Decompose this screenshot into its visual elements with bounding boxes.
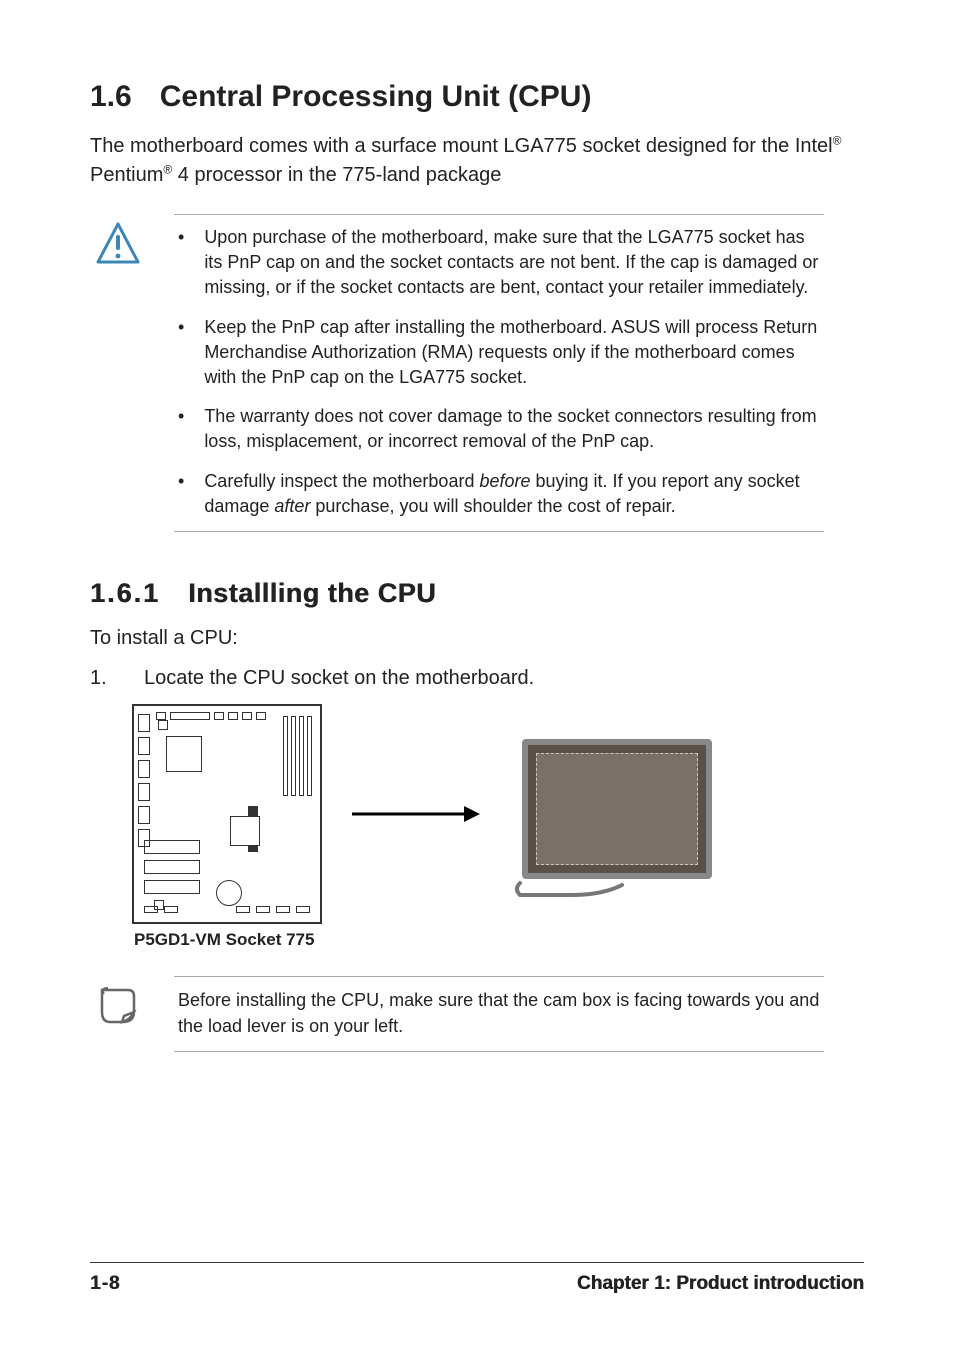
cpu-socket-closeup: [512, 729, 722, 899]
note-text: Before installing the CPU, make sure tha…: [178, 987, 820, 1039]
motherboard-diagram: [132, 704, 322, 924]
list-item: • Keep the PnP cap after installing the m…: [178, 315, 820, 391]
note-icon: [94, 982, 142, 1052]
page-number: 1-8: [90, 1273, 120, 1295]
intro-pre: The motherboard comes with a surface mou…: [90, 135, 833, 157]
step-text: Locate the CPU socket on the motherboard…: [144, 667, 534, 690]
warning-text: Carefully inspect the motherboard before…: [204, 469, 820, 519]
bullet-icon: •: [178, 315, 184, 391]
warning-list: • Upon purchase of the motherboard, make …: [178, 225, 820, 519]
bullet-icon: •: [178, 225, 184, 301]
bullet-icon: •: [178, 469, 184, 519]
chapter-label: Chapter 1: Product introduction: [577, 1273, 864, 1295]
section-number: 1.6: [90, 80, 132, 113]
section-heading: 1.6 Central Processing Unit (CPU): [90, 80, 864, 114]
subsection-title-text: Installling the CPU: [188, 578, 436, 608]
subsection-heading: 1.6.1 Installling the CPU: [90, 578, 864, 609]
bullet-icon: •: [178, 404, 184, 454]
subsection-number: 1.6.1: [90, 578, 160, 608]
warn4-post: purchase, you will shoulder the cost of …: [310, 496, 675, 516]
warning-text: Keep the PnP cap after installing the mo…: [204, 315, 820, 391]
warn4-em-after: after: [274, 496, 310, 516]
registered-mark: ®: [163, 162, 172, 176]
intro-paragraph: The motherboard comes with a surface mou…: [90, 132, 864, 190]
note-callout: Before installing the CPU, make sure tha…: [90, 970, 824, 1062]
figure-caption: P5GD1-VM Socket 775: [134, 930, 864, 950]
figure-cpu-socket: [132, 704, 864, 924]
warn4-pre: Carefully inspect the motherboard: [204, 471, 479, 491]
warning-text: Upon purchase of the motherboard, make s…: [204, 225, 820, 301]
warning-text: The warranty does not cover damage to th…: [204, 404, 820, 454]
step-1: 1. Locate the CPU socket on the motherbo…: [90, 667, 864, 690]
intro-post: 4 processor in the 775-land package: [172, 164, 501, 186]
step-number: 1.: [90, 667, 114, 690]
section-title-text: Central Processing Unit (CPU): [160, 80, 592, 113]
intro-mid: Pentium: [90, 164, 163, 186]
registered-mark: ®: [833, 133, 842, 147]
list-item: • Carefully inspect the motherboard befo…: [178, 469, 820, 519]
list-item: • The warranty does not cover damage to t…: [178, 404, 820, 454]
page-footer: 1-8 Chapter 1: Product introduction: [90, 1262, 864, 1295]
list-item: • Upon purchase of the motherboard, make …: [178, 225, 820, 301]
install-lead: To install a CPU:: [90, 623, 864, 653]
arrow-right-icon: [352, 799, 482, 829]
warn4-em-before: before: [479, 471, 530, 491]
warning-callout: • Upon purchase of the motherboard, make …: [90, 208, 824, 542]
caution-icon: [94, 220, 142, 532]
